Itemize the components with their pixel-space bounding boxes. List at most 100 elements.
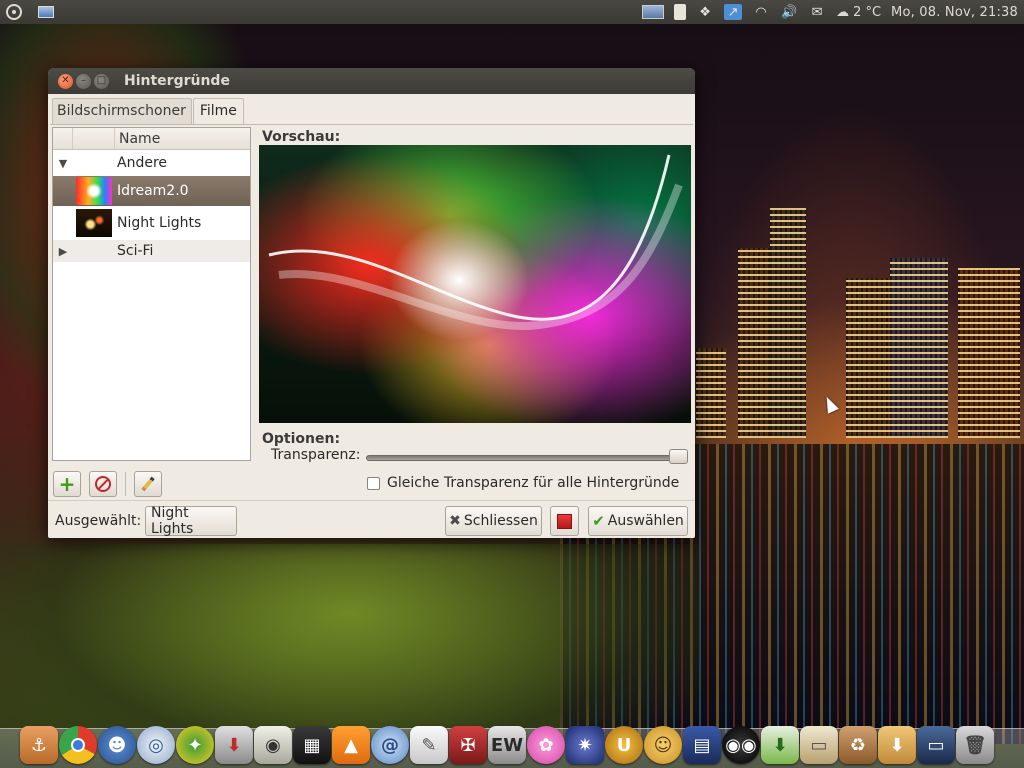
name-column-header[interactable]: Name — [115, 128, 160, 149]
options-label: Optionen: — [262, 431, 341, 447]
tab-bildschirmschoner[interactable]: Bildschirmschoner — [52, 98, 192, 124]
update-icon[interactable]: ↗ — [724, 4, 743, 20]
wifi-icon[interactable]: ◠ — [752, 4, 770, 20]
choose-button-label: Auswählen — [607, 513, 684, 529]
expander-closed-icon[interactable]: ▶ — [53, 245, 73, 258]
ubuntu-logo-icon[interactable] — [6, 4, 22, 20]
preview-light-streak — [268, 154, 683, 330]
same-transparency-label: Gleiche Transparenz für alle Hintergründ… — [387, 475, 680, 491]
close-button[interactable]: ✖ Schliessen — [445, 506, 542, 536]
add-button[interactable]: + — [53, 471, 81, 497]
thumbnail-column-header[interactable] — [73, 128, 115, 149]
transparency-slider[interactable] — [366, 455, 688, 461]
speaker-app-icon[interactable]: ◉ — [254, 726, 292, 764]
tree-row-label: Andere — [117, 155, 168, 171]
wallpaper-building — [890, 258, 948, 438]
tab-bar: Bildschirmschoner Filme — [52, 98, 245, 124]
tab-filme[interactable]: Filme — [192, 98, 244, 124]
chrome-browser-icon[interactable] — [59, 726, 97, 764]
idream-thumbnail — [76, 177, 112, 205]
tree-row-night-lights[interactable]: Night Lights — [53, 206, 250, 240]
spiral-app-icon[interactable]: @ — [371, 726, 409, 764]
unreal-icon[interactable]: U — [605, 726, 643, 764]
window-titlebar[interactable]: ✕ – □ Hintergründe — [48, 68, 695, 94]
selected-label: Ausgewählt: — [55, 513, 142, 529]
stop-button[interactable] — [550, 506, 579, 536]
gnome-creature-icon[interactable]: ☺ — [644, 726, 682, 764]
anchor-app-icon[interactable]: ⚓ — [20, 726, 58, 764]
wallpaper-building — [846, 278, 890, 438]
show-desktop-icon[interactable] — [38, 6, 54, 18]
expander-column-header[interactable] — [53, 128, 73, 149]
thumbnail-cell — [73, 240, 115, 262]
thumbnail-cell — [73, 206, 115, 240]
weather-icon: ☁ — [836, 4, 850, 20]
remove-button[interactable] — [89, 471, 117, 497]
web-browser-icon[interactable]: ◎ — [137, 726, 175, 764]
same-transparency-checkbox[interactable] — [367, 476, 380, 490]
tree-row-label: Night Lights — [117, 215, 202, 231]
usb-icon[interactable] — [674, 4, 687, 20]
install-icon[interactable]: ⬇ — [761, 726, 799, 764]
edit-button[interactable] — [134, 471, 162, 497]
drive-icon[interactable]: ▭ — [800, 726, 838, 764]
monitor-icon[interactable]: ▭ — [917, 726, 955, 764]
remove-icon — [95, 476, 111, 492]
book-app-icon[interactable]: ▤ — [683, 726, 721, 764]
choose-button[interactable]: ✔ Auswählen — [588, 506, 688, 536]
game-icon[interactable]: ✠ — [449, 726, 487, 764]
pink-creature-icon[interactable]: ✿ — [527, 726, 565, 764]
chat-app-icon[interactable]: ☻ — [98, 726, 136, 764]
preview-image — [259, 145, 691, 423]
ew-game-icon[interactable]: EW — [488, 726, 526, 764]
recycle-app-icon[interactable]: ♻ — [839, 726, 877, 764]
weather-indicator[interactable]: ☁ 2 °C — [836, 5, 881, 20]
thumbnail-cell — [73, 150, 115, 176]
eyes-app-icon[interactable]: ◉◉ — [722, 726, 760, 764]
tree-toolbar: + — [53, 471, 162, 497]
download-manager-icon[interactable]: ⬇ — [215, 726, 253, 764]
tree-row-idream[interactable]: Idream2.0 — [53, 176, 250, 206]
display-icon[interactable] — [642, 5, 665, 19]
transparency-slider-handle[interactable] — [669, 449, 688, 464]
close-button-label: Schliessen — [463, 513, 538, 529]
toolbar-separator — [125, 472, 126, 496]
same-transparency-option[interactable]: Gleiche Transparenz für alle Hintergründ… — [367, 475, 679, 491]
downloads-folder-icon[interactable]: ⬇ — [878, 726, 916, 764]
tree-row-sci-fi[interactable]: ▶ Sci-Fi — [53, 240, 250, 262]
window-title: Hintergründe — [124, 73, 230, 89]
dock: ⚓ ☻ ◎ ✦ ⬇ ◉ ▦ ▲ @ ✎ ✠ EW ✿ ✷ U ☺ ▤ ◉◉ ⬇ … — [20, 718, 1010, 764]
preview-label: Vorschau: — [262, 129, 341, 145]
night-lights-thumbnail — [76, 209, 112, 237]
maximize-window-icon[interactable]: □ — [94, 73, 109, 89]
selected-wallpaper-button[interactable]: Night Lights — [145, 505, 237, 537]
vlc-player-icon[interactable]: ▲ — [332, 726, 370, 764]
text-editor-icon[interactable]: ✎ — [410, 726, 448, 764]
globe-app-icon[interactable]: ✦ — [176, 726, 214, 764]
transparency-label: Transparenz: — [271, 447, 361, 463]
video-editor-icon[interactable]: ▦ — [293, 726, 331, 764]
wallpaper-building — [696, 348, 726, 438]
tab-content: Name ▼ Andere Idream2.0 Night Lights ▶ S… — [50, 124, 693, 500]
close-window-icon[interactable]: ✕ — [58, 73, 73, 89]
tree-header: Name — [53, 128, 250, 150]
top-panel: ❖ ↗ ◠ 🔊 ✉ ☁ 2 °C Mo, 08. Nov, 21:38 — [0, 0, 1024, 24]
mail-icon[interactable]: ✉ — [808, 4, 826, 20]
volume-icon[interactable]: 🔊 — [780, 4, 798, 20]
close-icon: ✖ — [449, 513, 461, 529]
tree-row-label: Sci-Fi — [117, 243, 154, 259]
trash-icon[interactable]: 🗑 — [956, 726, 994, 764]
dropbox-icon[interactable]: ❖ — [696, 4, 714, 20]
minimize-window-icon[interactable]: – — [76, 73, 91, 89]
checkmark-icon: ✔ — [592, 512, 605, 530]
expander-open-icon[interactable]: ▼ — [53, 157, 73, 170]
tree-row-label: Idream2.0 — [117, 183, 189, 199]
tree-row-andere[interactable]: ▼ Andere — [53, 150, 250, 176]
wallpaper-building — [958, 268, 1020, 438]
clock[interactable]: Mo, 08. Nov, 21:38 — [891, 5, 1018, 20]
wallpaper-tree-list[interactable]: Name ▼ Andere Idream2.0 Night Lights ▶ S… — [52, 127, 251, 461]
stop-icon — [557, 513, 572, 529]
starcraft-icon[interactable]: ✷ — [566, 726, 604, 764]
weather-temperature: 2 °C — [853, 4, 882, 20]
wallpaper-building — [770, 208, 806, 438]
